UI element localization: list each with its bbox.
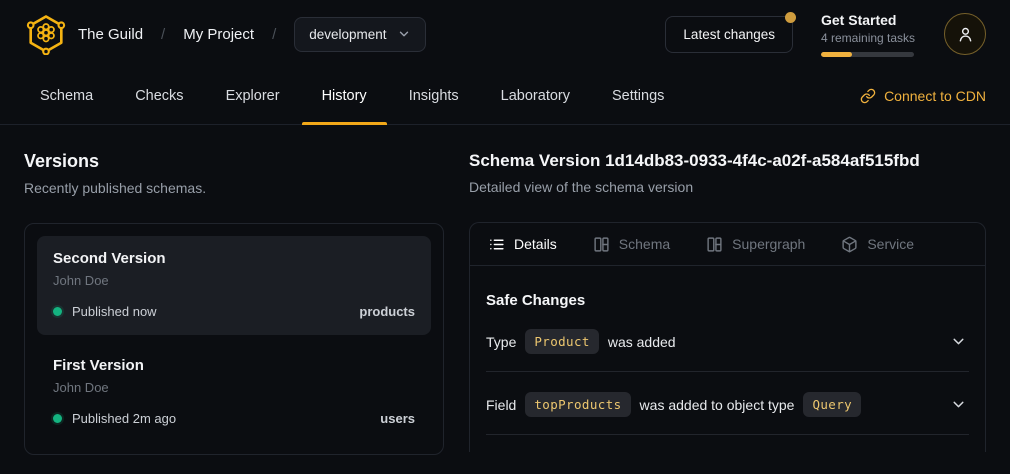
chevron-down-icon[interactable] — [950, 396, 967, 413]
code-chip: Query — [803, 392, 861, 417]
split-panel-icon — [593, 236, 610, 253]
user-icon — [956, 25, 975, 44]
code-chip: topProducts — [525, 392, 630, 417]
primary-nav: Schema Checks Explorer History Insights … — [0, 68, 1010, 125]
version-title: First Version — [53, 357, 415, 374]
top-header: The Guild / My Project / development Lat… — [0, 0, 1010, 68]
tab-service-label: Service — [867, 236, 914, 252]
get-started-title: Get Started — [821, 12, 916, 28]
version-author: John Doe — [53, 273, 415, 288]
tab-details[interactable]: Details — [488, 236, 557, 253]
chevron-down-icon — [397, 27, 411, 41]
change-row-field-added[interactable]: Field topProducts was added to object ty… — [486, 372, 969, 435]
versions-title: Versions — [24, 151, 444, 172]
breadcrumb-separator: / — [161, 26, 165, 43]
schema-version-subtitle: Detailed view of the schema version — [469, 179, 986, 195]
change-description: Field topProducts was added to object ty… — [486, 392, 861, 417]
schema-version-title: Schema Version 1d14db83-0933-4f4c-a02f-a… — [469, 151, 986, 171]
connect-to-cdn-label: Connect to CDN — [884, 88, 986, 104]
header-right-group: Latest changes Get Started 4 remaining t… — [665, 12, 986, 57]
get-started-progress-bar — [821, 52, 914, 57]
get-started-remaining-tasks: 4 remaining tasks — [821, 31, 916, 45]
latest-changes-label: Latest changes — [683, 27, 775, 42]
version-detail-card: Details Schema Supergraph — [469, 222, 986, 452]
nav-tab-list: Schema Checks Explorer History Insights … — [38, 68, 666, 124]
change-prefix: Type — [486, 334, 516, 350]
guild-logo-icon[interactable] — [24, 12, 68, 56]
breadcrumb-separator: / — [272, 26, 276, 43]
link-icon — [860, 88, 876, 104]
connect-to-cdn-link[interactable]: Connect to CDN — [860, 68, 986, 124]
tab-explorer[interactable]: Explorer — [224, 68, 282, 124]
change-description: Type Product was added — [486, 329, 676, 354]
tab-checks[interactable]: Checks — [133, 68, 185, 124]
detail-content: Safe Changes Type Product was added — [470, 266, 985, 435]
tab-supergraph-label: Supergraph — [732, 236, 805, 252]
version-list-item-first[interactable]: First Version John Doe Published 2m ago … — [37, 343, 431, 442]
version-service-name: users — [380, 411, 415, 426]
tab-schema-view-label: Schema — [619, 236, 670, 252]
box-icon — [841, 236, 858, 253]
tab-schema-view[interactable]: Schema — [593, 236, 670, 253]
version-service-name: products — [359, 304, 415, 319]
target-selector-value: development — [309, 27, 386, 42]
main-content: Versions Recently published schemas. Sec… — [0, 125, 1010, 474]
tab-settings[interactable]: Settings — [610, 68, 666, 124]
breadcrumb: The Guild / My Project / — [78, 26, 276, 43]
change-row-type-added[interactable]: Type Product was added — [486, 309, 969, 372]
tab-insights[interactable]: Insights — [407, 68, 461, 124]
user-avatar-button[interactable] — [944, 13, 986, 55]
version-meta-row: Published now products — [53, 304, 415, 319]
breadcrumb-project[interactable]: My Project — [183, 26, 254, 43]
change-middle: was added to object type — [640, 397, 795, 413]
change-suffix: was added — [608, 334, 676, 350]
latest-changes-button[interactable]: Latest changes — [665, 16, 793, 53]
detail-tab-bar: Details Schema Supergraph — [470, 223, 985, 266]
notification-dot — [785, 12, 796, 23]
tab-details-label: Details — [514, 236, 557, 252]
breadcrumb-org[interactable]: The Guild — [78, 26, 143, 43]
published-status-text: Published 2m ago — [72, 411, 176, 426]
list-icon — [488, 236, 505, 253]
versions-list: Second Version John Doe Published now pr… — [24, 223, 444, 455]
code-chip: Product — [525, 329, 598, 354]
safe-changes-heading: Safe Changes — [486, 292, 969, 309]
change-prefix: Field — [486, 397, 516, 413]
split-panel-icon — [706, 236, 723, 253]
app-root: The Guild / My Project / development Lat… — [0, 0, 1010, 474]
tab-service[interactable]: Service — [841, 236, 914, 253]
version-meta-row: Published 2m ago users — [53, 411, 415, 426]
target-selector-dropdown[interactable]: development — [294, 17, 425, 52]
tab-supergraph[interactable]: Supergraph — [706, 236, 805, 253]
tab-history[interactable]: History — [320, 68, 369, 124]
published-status-dot — [53, 414, 62, 423]
tab-schema[interactable]: Schema — [38, 68, 95, 124]
version-author: John Doe — [53, 380, 415, 395]
published-status-dot — [53, 307, 62, 316]
version-detail-panel: Schema Version 1d14db83-0933-4f4c-a02f-a… — [469, 151, 986, 474]
get-started-widget[interactable]: Get Started 4 remaining tasks — [821, 12, 916, 57]
versions-subtitle: Recently published schemas. — [24, 180, 444, 196]
tab-laboratory[interactable]: Laboratory — [499, 68, 572, 124]
published-status-text: Published now — [72, 304, 157, 319]
version-title: Second Version — [53, 250, 415, 267]
chevron-down-icon[interactable] — [950, 333, 967, 350]
progress-fill — [821, 52, 852, 57]
version-list-item-second[interactable]: Second Version John Doe Published now pr… — [37, 236, 431, 335]
versions-panel: Versions Recently published schemas. Sec… — [24, 151, 444, 474]
